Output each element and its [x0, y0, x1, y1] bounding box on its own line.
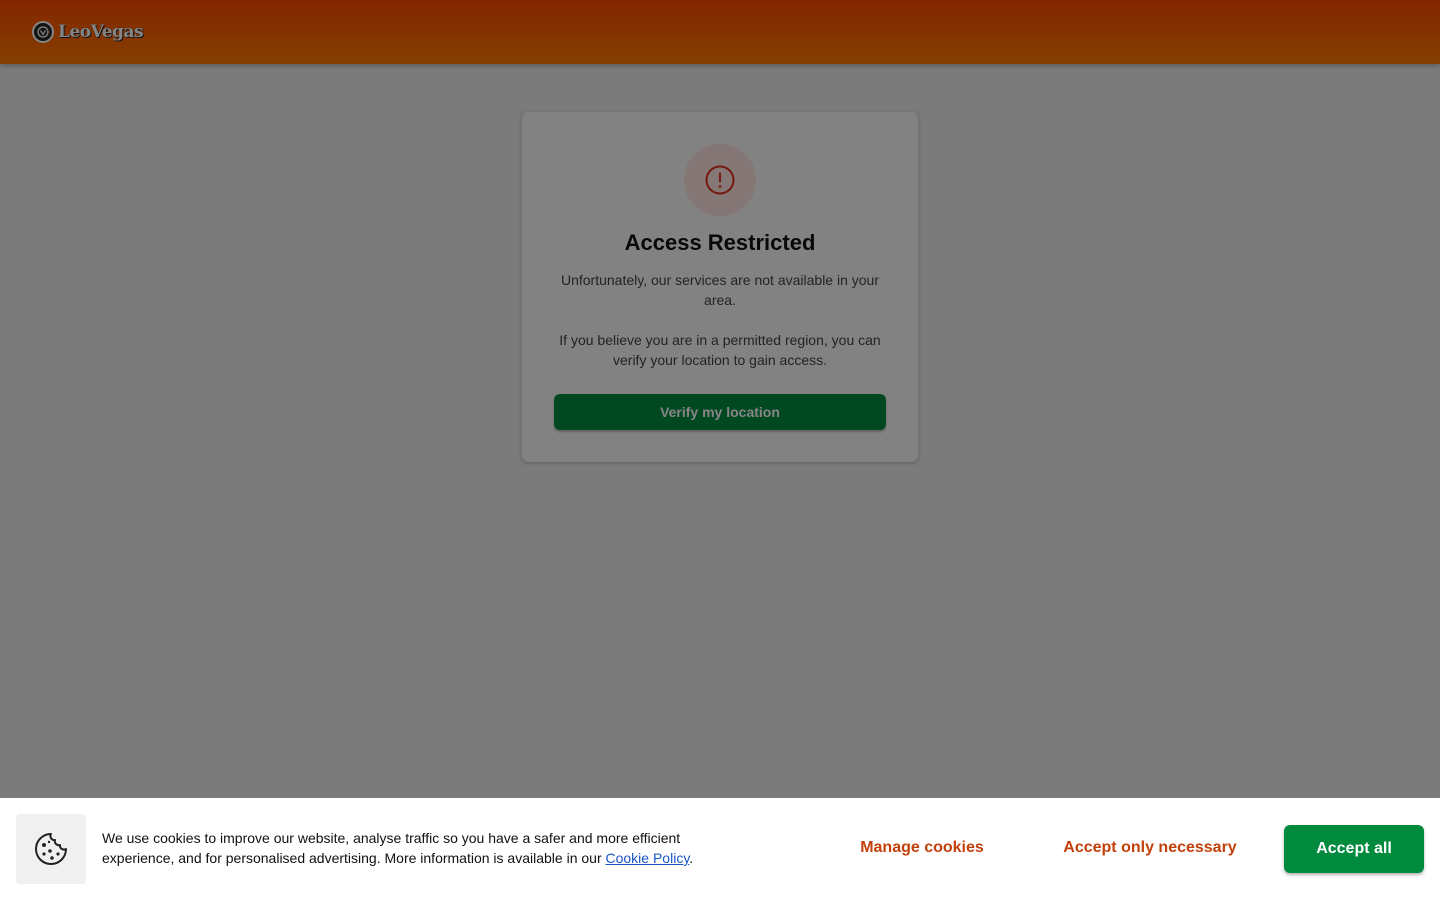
cookie-icon: [16, 814, 86, 884]
cookie-banner: We use cookies to improve our website, a…: [0, 798, 1440, 900]
cookie-policy-link[interactable]: Cookie Policy: [606, 850, 690, 866]
cookie-consent-text: We use cookies to improve our website, a…: [102, 828, 742, 868]
manage-cookies-button[interactable]: Manage cookies: [852, 836, 992, 860]
modal-overlay: [0, 0, 1440, 798]
cookie-text-body: We use cookies to improve our website, a…: [102, 830, 681, 866]
cookie-text-end: .: [689, 850, 694, 866]
accept-necessary-button[interactable]: Accept only necessary: [1056, 836, 1244, 860]
accept-all-button[interactable]: Accept all: [1284, 825, 1424, 873]
